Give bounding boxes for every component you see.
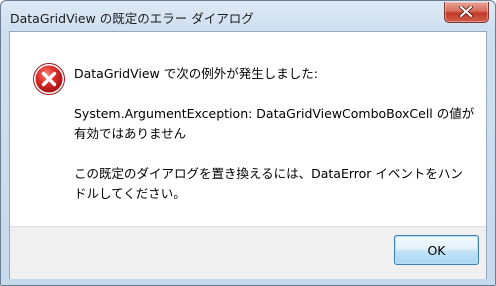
dialog-window: DataGridView の既定のエラー ダイアログ DataGridView …	[0, 0, 496, 286]
message-line: DataGridView で次の例外が発生しました:	[74, 66, 318, 81]
close-icon	[459, 6, 473, 17]
message-line: 有効ではありません	[74, 126, 187, 141]
message-spacer	[74, 84, 479, 104]
title-bar[interactable]: DataGridView の既定のエラー ダイアログ	[1, 1, 495, 31]
dialog-client-area: DataGridView で次の例外が発生しました: System.Argume…	[9, 31, 487, 279]
window-title: DataGridView の既定のエラー ダイアログ	[10, 11, 254, 26]
close-button[interactable]	[444, 2, 489, 23]
ok-button[interactable]: OK	[394, 235, 479, 265]
button-bar: OK	[10, 226, 486, 279]
message-line: ドルしてください。	[74, 186, 186, 201]
message-line: System.ArgumentException: DataGridViewCo…	[74, 106, 475, 121]
error-message: DataGridView で次の例外が発生しました: System.Argume…	[74, 64, 479, 204]
message-line: この既定のダイアログを置き換えるには、DataError イベントをハン	[74, 166, 463, 181]
message-area: DataGridView で次の例外が発生しました: System.Argume…	[10, 32, 486, 226]
message-spacer	[74, 144, 479, 164]
error-icon	[33, 63, 65, 95]
